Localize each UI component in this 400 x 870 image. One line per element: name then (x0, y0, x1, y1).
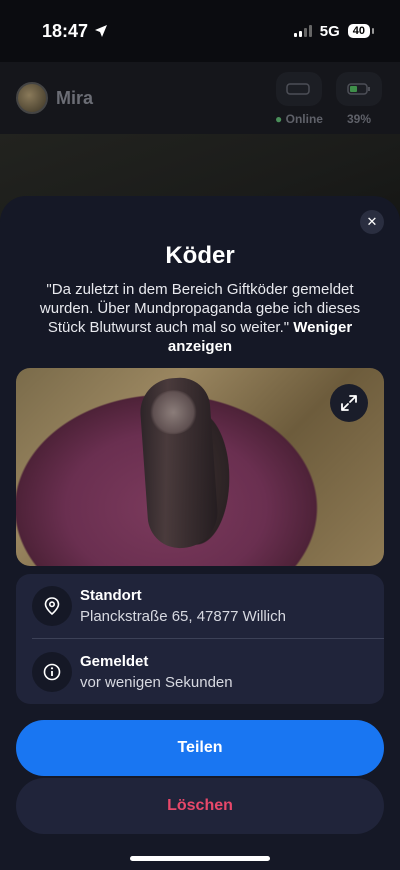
signal-icon (293, 25, 312, 37)
sheet-title: Köder (165, 242, 235, 269)
reported-label: Gemeldet (80, 653, 149, 670)
home-indicator (130, 856, 270, 861)
info-card: Standort Planckstraße 65, 47877 Willich … (16, 574, 384, 704)
battery-icon (336, 72, 382, 106)
close-icon: ✕ (366, 214, 378, 229)
battery-percent: 39% (346, 112, 372, 126)
location-label: Standort (80, 587, 142, 604)
location-value: Planckstraße 65, 47877 Willich (80, 608, 286, 625)
status-time: 18:47 (42, 21, 108, 42)
report-photo[interactable] (16, 368, 384, 566)
reported-value: vor wenigen Sekunden (80, 674, 233, 691)
reported-text: Gemeldet vor wenigen Sekunden (80, 653, 233, 691)
background-header: Mira ● Online 39% (0, 62, 400, 134)
location-pin-icon (32, 586, 72, 626)
profile-name: Mira (56, 87, 94, 108)
online-label: Online (285, 112, 323, 126)
battery-stat: 39% (334, 72, 384, 132)
detail-sheet: ✕ Köder "Da zuletzt in dem Bereich Giftk… (0, 196, 400, 870)
share-button[interactable]: Teilen (16, 720, 384, 776)
clock: 18:47 (42, 20, 89, 41)
device-icon (276, 72, 322, 106)
expand-icon (341, 395, 357, 411)
battery-indicator: 40 (347, 24, 375, 38)
info-icon (32, 652, 72, 692)
reported-row: Gemeldet vor wenigen Sekunden (16, 640, 384, 704)
network-type: 5G (319, 22, 340, 40)
location-text: Standort Planckstraße 65, 47877 Willich (80, 587, 286, 625)
description: "Da zuletzt in dem Bereich Giftköder gem… (26, 280, 374, 356)
location-arrow-icon (95, 25, 108, 37)
status-right: 5G 40 (293, 22, 375, 40)
close-button[interactable]: ✕ (360, 210, 384, 234)
delete-button[interactable]: Löschen (16, 778, 384, 834)
divider (32, 638, 384, 639)
photo-subject (138, 375, 220, 551)
online-stat: ● Online (274, 72, 324, 132)
location-row: Standort Planckstraße 65, 47877 Willich (16, 574, 384, 638)
avatar (16, 82, 48, 114)
status-bar: 18:47 5G 40 (0, 0, 400, 62)
expand-button[interactable] (330, 384, 368, 422)
